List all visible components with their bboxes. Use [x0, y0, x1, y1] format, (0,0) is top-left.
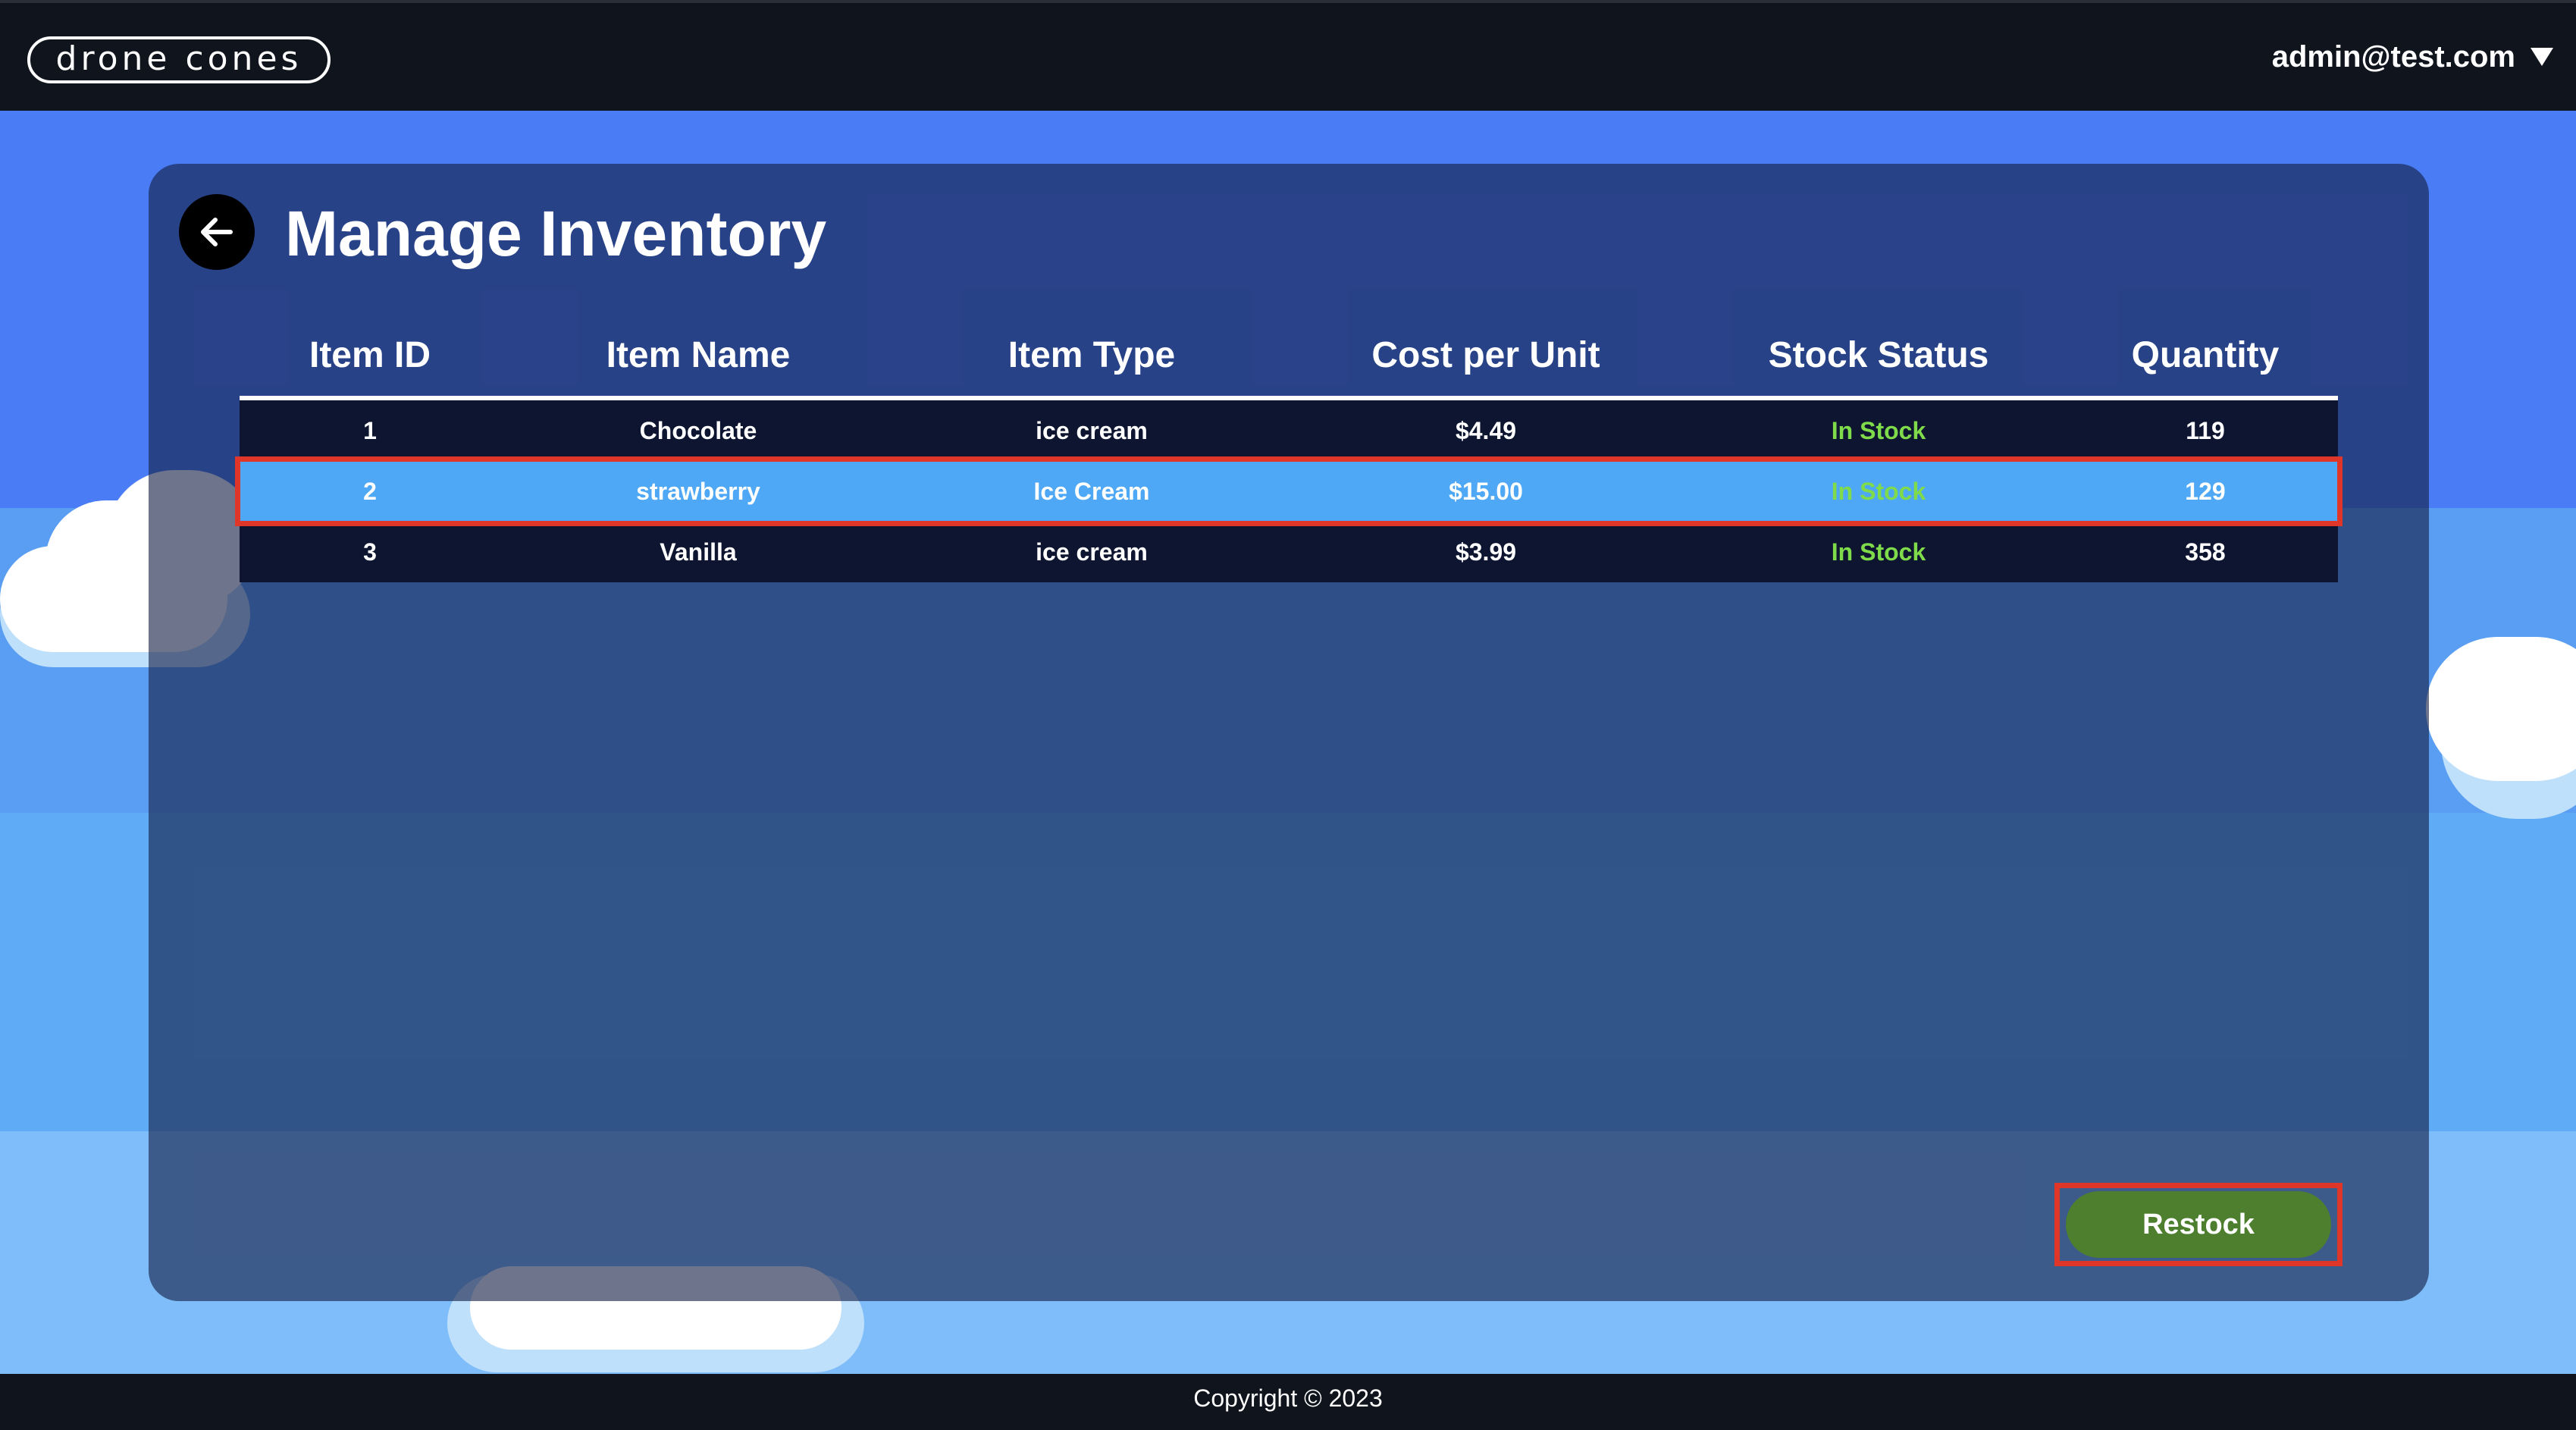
- cell-quantity: 358: [2185, 538, 2226, 566]
- page-title: Manage Inventory: [285, 198, 827, 269]
- copyright-text: Copyright © 2023: [1193, 1385, 1383, 1412]
- cell-item-name: Vanilla: [660, 538, 737, 566]
- table-row[interactable]: 1 Chocolate ice cream $4.49 In Stock 119: [240, 400, 2338, 461]
- drone-cones-logo[interactable]: drone cones: [27, 36, 331, 83]
- top-nav-bar: drone cones admin@test.com: [0, 0, 2576, 111]
- restock-highlight: Restock: [2054, 1183, 2343, 1266]
- cell-cost: $4.49: [1455, 416, 1517, 444]
- cell-quantity: 119: [2186, 416, 2225, 444]
- cell-cost: $3.99: [1455, 538, 1517, 566]
- back-button[interactable]: [179, 194, 255, 270]
- footer: Copyright © 2023: [0, 1374, 2576, 1430]
- inventory-table: Item ID Item Name Item Type Cost per Uni…: [235, 314, 2343, 582]
- user-email[interactable]: admin@test.com: [2272, 40, 2515, 74]
- table-row-selected[interactable]: 2 strawberry Ice Cream $15.00 In Stock 1…: [235, 456, 2343, 526]
- cell-item-type: Ice Cream: [1033, 477, 1150, 505]
- column-header-quantity: Quantity: [2131, 334, 2280, 375]
- cell-item-id: 1: [363, 416, 377, 444]
- cell-item-id: 2: [363, 477, 377, 505]
- restock-button[interactable]: Restock: [2066, 1191, 2331, 1258]
- table-header: Item ID Item Name Item Type Cost per Uni…: [240, 314, 2338, 400]
- cell-cost: $15.00: [1449, 477, 1523, 505]
- column-header-item-name: Item Name: [606, 334, 791, 375]
- column-header-cost-per-unit: Cost per Unit: [1371, 334, 1600, 375]
- column-header-item-type: Item Type: [1008, 334, 1176, 375]
- chevron-down-icon[interactable]: [2531, 48, 2553, 66]
- column-header-stock-status: Stock Status: [1768, 334, 1989, 375]
- cell-quantity: 129: [2185, 477, 2226, 505]
- cell-item-name: Chocolate: [639, 416, 757, 444]
- cell-stock-status: In Stock: [1831, 416, 1926, 444]
- column-header-item-id: Item ID: [309, 334, 431, 375]
- cell-stock-status: In Stock: [1831, 477, 1926, 505]
- cell-stock-status: In Stock: [1831, 538, 1926, 566]
- arrow-left-icon: [201, 218, 233, 246]
- cell-item-id: 3: [363, 538, 377, 566]
- table-row[interactable]: 3 Vanilla ice cream $3.99 In Stock 358: [240, 522, 2338, 582]
- cell-item-name: strawberry: [636, 477, 760, 505]
- user-menu[interactable]: admin@test.com: [2272, 36, 2553, 77]
- cell-item-type: ice cream: [1036, 538, 1148, 566]
- inventory-panel: Manage Inventory Item ID Item Name Item …: [149, 164, 2429, 1301]
- cell-item-type: ice cream: [1036, 416, 1148, 444]
